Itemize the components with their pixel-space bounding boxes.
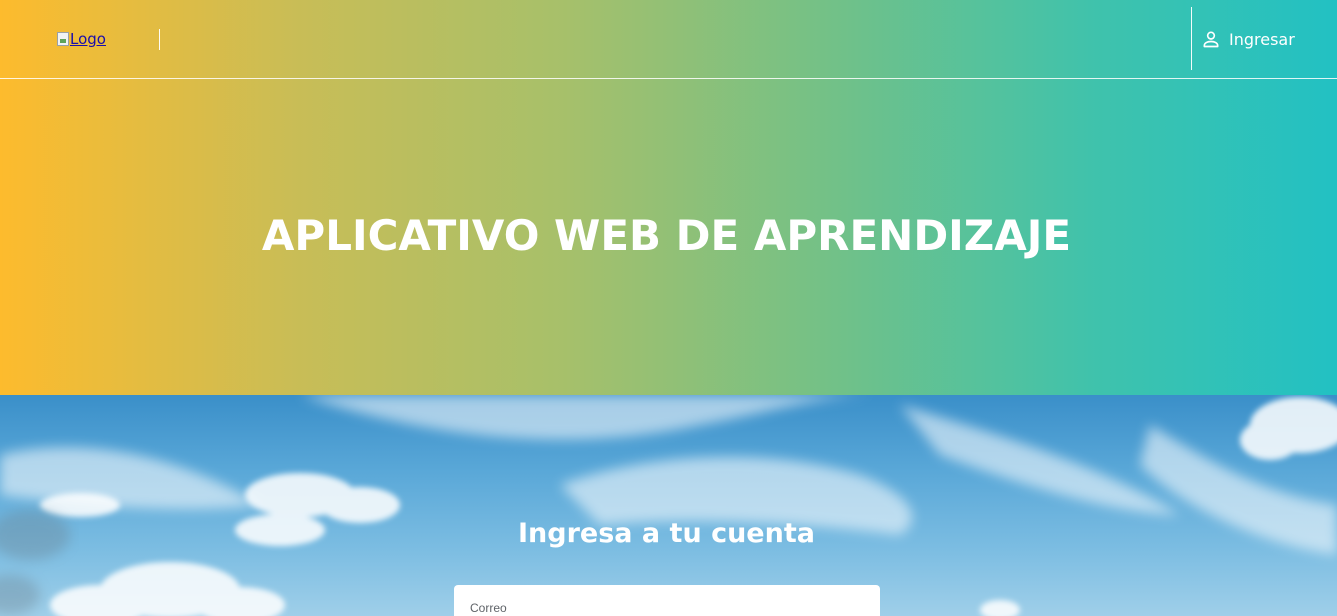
- hero-banner: Logo Ingresar APLICATIVO WEB DE APRENDIZ…: [0, 0, 1337, 395]
- logo-link[interactable]: Logo: [57, 30, 106, 48]
- person-icon: [1203, 31, 1219, 48]
- logo-divider: [159, 29, 160, 50]
- email-field-label[interactable]: Correo: [470, 601, 507, 615]
- login-button[interactable]: Ingresar: [1201, 27, 1295, 51]
- broken-image-icon: [57, 32, 69, 46]
- page-title: APLICATIVO WEB DE APRENDIZAJE: [261, 211, 1072, 260]
- login-form-card: Correo: [454, 585, 880, 616]
- logo-alt-text: Logo: [70, 30, 106, 48]
- sky-background: [0, 395, 1337, 616]
- login-divider: [1191, 7, 1192, 70]
- clouds-illustration: [0, 395, 1337, 616]
- page: Logo Ingresar APLICATIVO WEB DE APRENDIZ…: [0, 0, 1337, 616]
- login-heading: Ingresa a tu cuenta: [518, 518, 815, 549]
- login-label: Ingresar: [1229, 29, 1295, 49]
- top-navbar: Logo Ingresar: [0, 0, 1337, 79]
